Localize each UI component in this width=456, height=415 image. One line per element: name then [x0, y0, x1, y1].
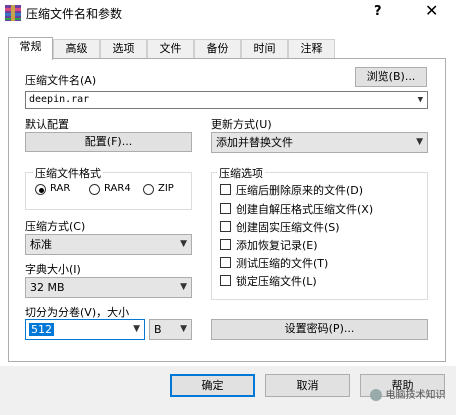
compression-method-label: 压缩方式(C)	[25, 220, 86, 233]
chevron-down-icon: ▼	[180, 282, 187, 292]
zip-radio[interactable]	[143, 184, 154, 195]
sfx-label: 创建自解压格式压缩文件(X)	[236, 203, 374, 216]
recovery-record-checkbox[interactable]	[220, 239, 231, 250]
split-unit-select[interactable]: B ▼	[149, 319, 192, 340]
close-button[interactable]: ✕	[425, 1, 438, 20]
watermark: 电脑技术知识	[370, 386, 456, 402]
tab-advanced[interactable]: 高级	[53, 39, 100, 59]
solid-checkbox[interactable]	[220, 221, 231, 232]
chevron-down-icon: ▼	[180, 239, 187, 249]
update-mode-label: 更新方式(U)	[211, 118, 272, 131]
tab-files[interactable]: 文件	[147, 39, 194, 59]
split-unit-value: B	[154, 323, 162, 336]
winrar-app-icon	[4, 4, 22, 22]
set-password-button[interactable]: 设置密码(P)...	[211, 319, 428, 340]
ok-button[interactable]: 确定	[170, 374, 255, 397]
watermark-text: 电脑技术知识	[385, 390, 446, 401]
test-files-label: 测试压缩的文件(T)	[236, 257, 329, 270]
archive-name-value: deepin.rar	[29, 94, 90, 105]
rar4-label: RAR4	[104, 183, 131, 194]
wechat-icon	[370, 389, 382, 401]
chevron-down-icon: ▼	[180, 324, 187, 334]
dictionary-size-label: 字典大小(I)	[25, 263, 81, 276]
rar-radio[interactable]	[35, 184, 46, 195]
archive-name-input[interactable]: deepin.rar ▼	[25, 91, 428, 109]
browse-button[interactable]: 浏览(B)...	[355, 67, 427, 87]
split-size-input[interactable]: 512 ▼	[25, 319, 145, 340]
archive-format-legend: 压缩文件格式	[33, 165, 103, 181]
tab-backup[interactable]: 备份	[194, 39, 241, 59]
rar-label: RAR	[50, 183, 71, 194]
chevron-down-icon: ▼	[416, 137, 423, 147]
tab-time[interactable]: 时间	[241, 39, 288, 59]
recovery-record-label: 添加恢复记录(E)	[236, 239, 318, 252]
chevron-down-icon[interactable]: ▼	[418, 92, 423, 108]
delete-after-label: 压缩后删除原来的文件(D)	[236, 184, 364, 197]
tab-options[interactable]: 选项	[100, 39, 147, 59]
title-bar: 压缩文件名和参数 ? ✕	[0, 0, 456, 26]
dictionary-size-value: 32 MB	[30, 281, 65, 294]
update-mode-value: 添加并替换文件	[216, 136, 293, 149]
tab-comment[interactable]: 注释	[288, 39, 335, 59]
config-button[interactable]: 配置(F)...	[25, 132, 192, 152]
chevron-down-icon[interactable]: ▼	[133, 320, 140, 339]
dictionary-size-select[interactable]: 32 MB ▼	[25, 277, 192, 298]
lock-archive-checkbox[interactable]	[220, 275, 231, 286]
solid-label: 创建固实压缩文件(S)	[236, 221, 340, 234]
compression-options-legend: 压缩选项	[217, 165, 265, 181]
window-title: 压缩文件名和参数	[26, 7, 123, 21]
compression-method-select[interactable]: 标准 ▼	[25, 234, 192, 255]
split-size-value: 512	[29, 323, 54, 336]
cancel-button[interactable]: 取消	[265, 374, 350, 397]
delete-after-checkbox[interactable]	[220, 184, 231, 195]
compression-method-value: 标准	[30, 238, 52, 251]
test-files-checkbox[interactable]	[220, 257, 231, 268]
split-volumes-label: 切分为分卷(V)，大小	[25, 306, 130, 319]
rar4-radio[interactable]	[89, 184, 100, 195]
default-config-label: 默认配置	[25, 118, 69, 131]
tab-strip: 常规 高级 选项 文件 备份 时间 注释	[8, 37, 453, 60]
archive-name-label: 压缩文件名(A)	[25, 74, 97, 87]
lock-archive-label: 锁定压缩文件(L)	[236, 275, 317, 288]
zip-label: ZIP	[158, 183, 174, 194]
radio-selected-dot	[39, 188, 44, 193]
tab-general[interactable]: 常规	[8, 37, 53, 60]
sfx-checkbox[interactable]	[220, 203, 231, 214]
update-mode-select[interactable]: 添加并替换文件 ▼	[211, 132, 428, 153]
help-question-button[interactable]: ?	[374, 4, 382, 19]
